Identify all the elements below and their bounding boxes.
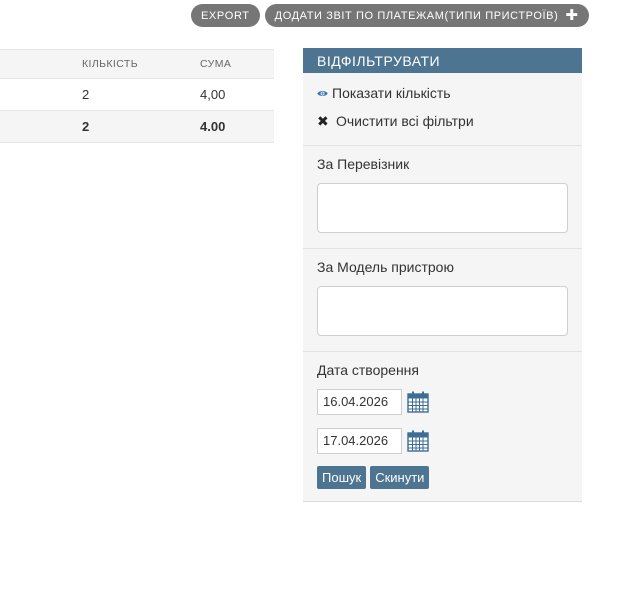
calendar-icon[interactable] (407, 430, 429, 452)
close-icon: ✖ (317, 112, 329, 129)
row-cell-empty (0, 78, 82, 111)
carrier-filter: За Перевізник (303, 146, 582, 249)
search-button[interactable]: Пошук (317, 466, 367, 489)
total-sum: 4.00 (200, 110, 274, 143)
show-count-link[interactable]: Показати кількість (317, 83, 568, 103)
table-total-row: 2 4.00 (0, 110, 274, 143)
date-filter: Дата створення 16.04.2026 17.04.2026 Пош… (303, 352, 582, 501)
carrier-input[interactable] (317, 183, 568, 233)
date-to-row: 17.04.2026 (317, 428, 568, 454)
date-label: Дата створення (317, 362, 419, 378)
header-sum[interactable]: СУМА (200, 49, 274, 79)
table-header-row: КІЛЬКІСТЬ СУМА (0, 49, 274, 79)
model-label: За Модель пристрою (317, 259, 454, 275)
plus-icon: ✚ (565, 7, 579, 24)
clear-filters-link[interactable]: ✖ Очистити всі фільтри (317, 111, 568, 131)
top-actions: EXPORT ДОДАТИ ЗВІТ ПО ПЛАТЕЖАМ(ТИПИ ПРИС… (191, 4, 589, 27)
filter-actions: Показати кількість ✖ Очистити всі фільтр… (303, 73, 582, 146)
show-count-label: Показати кількість (332, 85, 451, 101)
row-count: 2 (82, 78, 200, 111)
results-table: КІЛЬКІСТЬ СУМА 2 4,00 2 4.00 (0, 49, 274, 143)
model-filter: За Модель пристрою (303, 249, 582, 352)
date-from-input[interactable]: 16.04.2026 (317, 389, 402, 415)
carrier-label: За Перевізник (317, 156, 410, 172)
model-input[interactable] (317, 286, 568, 336)
header-count[interactable]: КІЛЬКІСТЬ (82, 49, 200, 79)
row-sum: 4,00 (200, 78, 274, 111)
clear-filters-label: Очистити всі фільтри (336, 113, 474, 129)
filter-panel: ВІДФІЛЬТРУВАТИ Показати кількість ✖ Очис… (303, 48, 582, 502)
reset-button[interactable]: Скинути (370, 466, 430, 489)
export-button[interactable]: EXPORT (191, 4, 260, 27)
add-report-button[interactable]: ДОДАТИ ЗВІТ ПО ПЛАТЕЖАМ(ТИПИ ПРИСТРОЇВ) … (264, 4, 589, 27)
date-from-row: 16.04.2026 (317, 389, 568, 415)
calendar-icon[interactable] (407, 391, 429, 413)
filter-buttons: Пошук Скинути (317, 466, 568, 489)
total-count: 2 (82, 110, 200, 143)
total-cell-empty (0, 110, 82, 143)
filter-title: ВІДФІЛЬТРУВАТИ (303, 48, 582, 73)
add-report-label: ДОДАТИ ЗВІТ ПО ПЛАТЕЖАМ(ТИПИ ПРИСТРОЇВ) (274, 9, 559, 22)
date-to-input[interactable]: 17.04.2026 (317, 428, 402, 454)
header-cell-empty (0, 49, 82, 79)
table-row: 2 4,00 (0, 78, 274, 111)
eye-icon (317, 90, 328, 96)
export-label: EXPORT (201, 9, 250, 22)
